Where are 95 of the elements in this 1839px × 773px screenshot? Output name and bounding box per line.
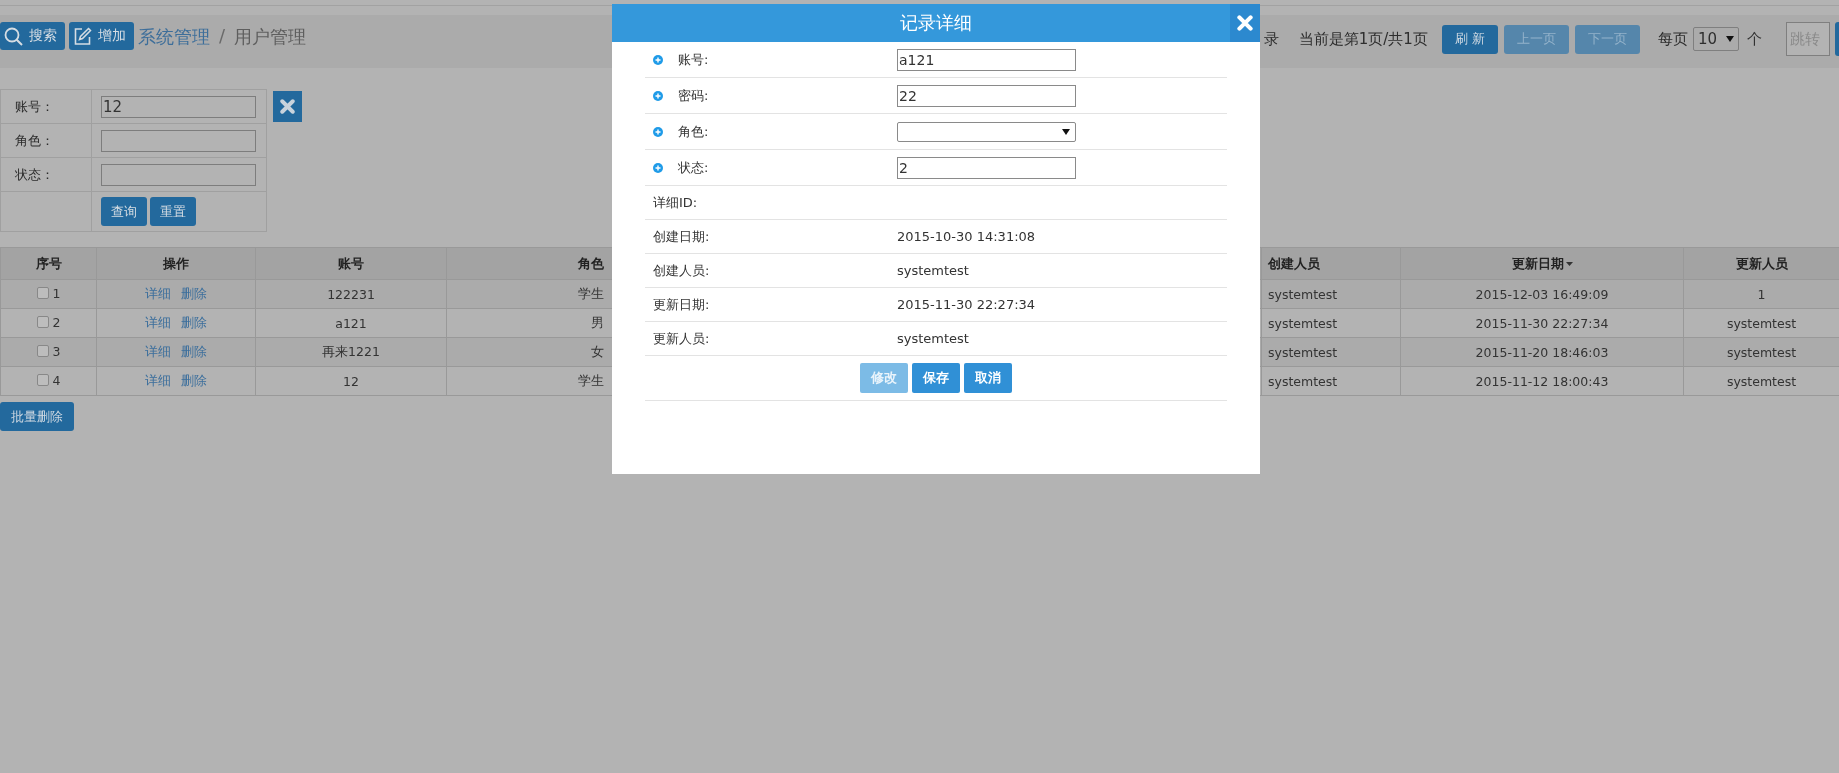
row-checkbox[interactable]	[36, 287, 49, 300]
reset-button[interactable]: 重置	[150, 197, 196, 226]
table-cell: 1	[1757, 286, 1766, 302]
table-cell: 女	[591, 343, 604, 359]
field-label: 更新人员:	[653, 329, 710, 348]
search-button[interactable]: 搜索	[0, 22, 65, 50]
delete-link[interactable]: 删除	[181, 343, 207, 359]
sort-caret-icon	[1565, 261, 1573, 266]
batch-delete-button[interactable]: 批量删除	[0, 402, 74, 431]
row-number: 4	[52, 372, 61, 388]
plus-circle-icon	[653, 162, 663, 173]
table-cell: a121	[335, 315, 367, 331]
input-field[interactable]: 22	[897, 84, 1076, 107]
table-cell: 学生	[578, 285, 604, 301]
record-count-text: 录	[1263, 29, 1279, 49]
per-page-select[interactable]: 10	[1693, 27, 1739, 51]
table-cell: systemtest	[1726, 315, 1797, 331]
table-cell: 学生	[578, 372, 604, 388]
table-cell: systemtest	[1268, 344, 1338, 360]
detail-link[interactable]: 详细	[145, 343, 171, 359]
plus-circle-icon	[653, 54, 663, 65]
role-select[interactable]	[897, 121, 1076, 142]
edit-icon	[73, 26, 92, 46]
page-status-text: 当前是第1页/共1页	[1298, 29, 1428, 49]
table-cell: systemtest	[1726, 344, 1797, 360]
delete-link[interactable]: 删除	[181, 372, 207, 388]
field-label: 更新日期:	[653, 295, 710, 314]
pager-button[interactable]: 刷 新	[1441, 24, 1498, 54]
row-checkbox[interactable]	[36, 345, 49, 358]
query-button[interactable]: 查询	[101, 197, 147, 226]
cancel-button[interactable]: 取消	[964, 363, 1012, 393]
table-cell: 122231	[327, 286, 375, 302]
row-checkbox[interactable]	[36, 316, 49, 329]
field-label: 账号:	[678, 50, 709, 69]
detail-link[interactable]: 详细	[145, 285, 171, 301]
search-input[interactable]	[101, 163, 256, 186]
field-value: 2015-11-30 22:27:34	[897, 297, 1036, 312]
input-field[interactable]: 2	[897, 156, 1076, 179]
close-button[interactable]	[1230, 4, 1260, 42]
table-cell: 2015-11-30 22:27:34	[1475, 315, 1609, 331]
plus-circle-icon	[653, 126, 663, 137]
field-label: 角色：	[15, 132, 54, 148]
delete-link[interactable]: 删除	[181, 285, 207, 301]
table-cell: 2015-11-12 18:00:43	[1475, 373, 1609, 389]
field-value: systemtest	[897, 263, 969, 278]
column-header[interactable]: 操作	[163, 254, 189, 273]
dialog-title: 记录详细	[900, 11, 972, 35]
row-checkbox[interactable]	[36, 374, 49, 387]
field-value: systemtest	[897, 331, 969, 346]
search-icon	[4, 26, 23, 46]
per-page-unit: 个	[1747, 29, 1762, 49]
close-icon	[280, 99, 295, 114]
add-button[interactable]: 增加	[69, 22, 134, 50]
table-cell: systemtest	[1268, 286, 1338, 302]
field-value: 2015-10-30 14:31:08	[897, 229, 1036, 244]
column-header[interactable]: 更新日期	[1511, 254, 1564, 273]
field-label: 角色:	[678, 122, 709, 141]
close-icon	[1237, 15, 1253, 31]
column-header[interactable]: 角色	[578, 254, 604, 273]
per-page-label: 每页	[1658, 29, 1688, 49]
field-label: 密码:	[678, 86, 709, 105]
table-cell: systemtest	[1726, 373, 1797, 389]
field-label: 状态:	[678, 158, 709, 177]
table-cell: 男	[591, 314, 604, 330]
table-cell: 2015-11-20 18:46:03	[1475, 344, 1609, 360]
table-cell: 2015-12-03 16:49:09	[1475, 286, 1609, 302]
detail-link[interactable]: 详细	[145, 314, 171, 330]
delete-link[interactable]: 删除	[181, 314, 207, 330]
row-number: 3	[52, 343, 61, 359]
breadcrumb-link[interactable]: 系统管理	[138, 25, 210, 49]
close-button[interactable]	[273, 91, 302, 122]
column-header[interactable]: 账号	[338, 254, 364, 273]
table-cell: 12	[343, 373, 359, 389]
field-label: 状态：	[15, 166, 54, 182]
row-number: 2	[52, 314, 61, 330]
field-label: 创建人员:	[653, 261, 710, 280]
save-button[interactable]: 保存	[912, 363, 960, 393]
breadcrumb-current: 用户管理	[234, 25, 307, 49]
column-header[interactable]: 序号	[35, 254, 62, 273]
search-input[interactable]: 12	[101, 95, 256, 118]
table-cell: systemtest	[1268, 315, 1338, 331]
table-cell: 再来1221	[322, 343, 380, 359]
input-field[interactable]: a121	[897, 48, 1076, 71]
field-label: 详细ID:	[653, 193, 698, 212]
detail-link[interactable]: 详细	[145, 372, 171, 388]
breadcrumb-separator: /	[219, 25, 226, 46]
search-input[interactable]	[101, 129, 256, 152]
field-label: 账号：	[15, 98, 54, 114]
dropdown-caret-icon	[1062, 128, 1070, 135]
row-number: 1	[52, 285, 61, 301]
column-header[interactable]: 更新人员	[1735, 254, 1788, 273]
field-label: 创建日期:	[653, 227, 710, 246]
dropdown-caret-icon	[1726, 36, 1734, 42]
table-cell: systemtest	[1268, 373, 1338, 389]
plus-circle-icon	[653, 90, 663, 101]
